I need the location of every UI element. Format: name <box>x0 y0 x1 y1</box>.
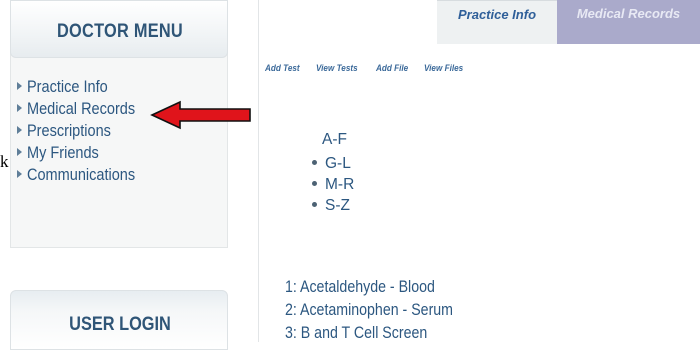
triangle-bullet-icon <box>17 170 22 178</box>
stray-text: k <box>0 152 9 171</box>
bullet-dot-icon <box>312 202 317 207</box>
tab-practice-info[interactable]: Practice Info <box>437 0 557 44</box>
add-file-link[interactable]: Add File <box>376 63 408 74</box>
sub-navigation: Add Test View Tests Add File View Files <box>265 63 481 74</box>
left-column: DOCTOR MENU Practice Info Medical Record… <box>0 0 248 350</box>
doctor-menu-list: Practice Info Medical Records Prescripti… <box>17 76 150 186</box>
alpha-range-item[interactable]: M-R <box>312 174 354 195</box>
view-tests-link[interactable]: View Tests <box>316 63 358 74</box>
tab-medical-records[interactable]: Medical Records <box>557 0 700 44</box>
alpha-range-item[interactable]: G-L <box>312 153 354 174</box>
add-test-link[interactable]: Add Test <box>265 63 300 74</box>
test-result-item[interactable]: 2: Acetaminophen - Serum <box>285 299 480 322</box>
triangle-bullet-icon <box>17 126 22 134</box>
view-files-link[interactable]: View Files <box>424 63 463 74</box>
red-arrow-annotation <box>150 100 251 130</box>
bullet-dot-icon <box>312 160 317 165</box>
user-login-header: USER LOGIN <box>10 290 228 350</box>
test-results-list: 1: Acetaldehyde - Blood 2: Acetaminophen… <box>285 276 480 345</box>
column-divider <box>258 0 259 342</box>
triangle-bullet-icon <box>17 148 22 156</box>
menu-item-practice-info[interactable]: Practice Info <box>17 76 150 98</box>
bullet-dot-icon <box>312 181 317 186</box>
doctor-menu-header: DOCTOR MENU <box>10 0 228 58</box>
alpha-range-a-f[interactable]: A-F <box>322 131 347 149</box>
menu-item-communications[interactable]: Communications <box>17 164 150 186</box>
tab-bar: Practice Info Medical Records <box>437 0 700 44</box>
menu-item-prescriptions[interactable]: Prescriptions <box>17 120 150 142</box>
triangle-bullet-icon <box>17 104 22 112</box>
triangle-bullet-icon <box>17 82 22 90</box>
test-result-item[interactable]: 1: Acetaldehyde - Blood <box>285 276 480 299</box>
menu-item-my-friends[interactable]: My Friends <box>17 142 150 164</box>
alpha-range-list: G-L M-R S-Z <box>312 153 354 216</box>
menu-item-medical-records[interactable]: Medical Records <box>17 98 150 120</box>
doctor-menu-title: DOCTOR MENU <box>56 21 183 42</box>
alpha-range-item[interactable]: S-Z <box>312 195 354 216</box>
user-login-title: USER LOGIN <box>69 314 171 335</box>
